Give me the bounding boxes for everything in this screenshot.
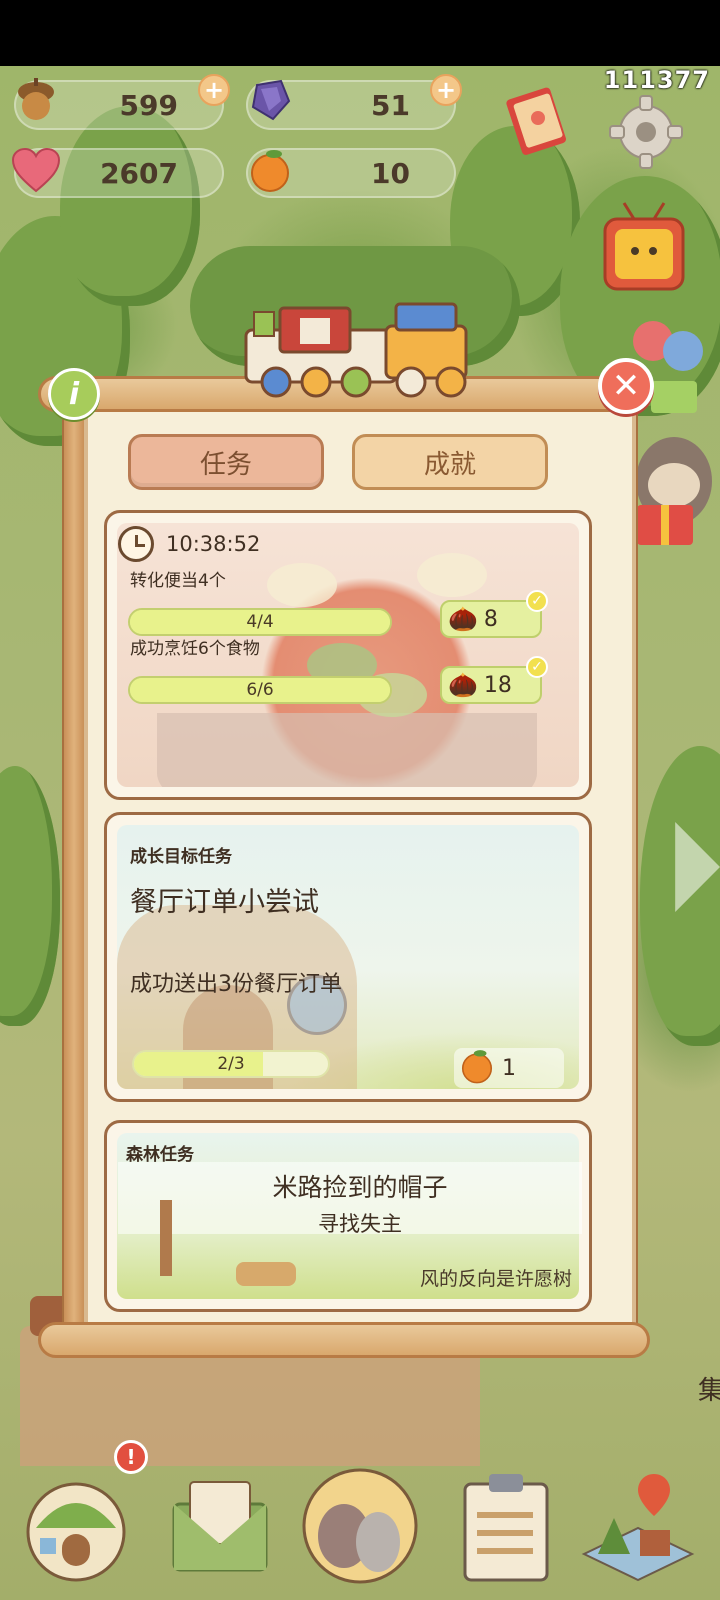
daily-timer: 10:38:52 xyxy=(118,526,261,562)
growth-description: 成功送出3份餐厅订单 xyxy=(130,972,342,997)
growth-title: 餐厅订单小尝试 xyxy=(130,887,319,918)
reward-value: 8 xyxy=(483,606,498,632)
map-button[interactable] xyxy=(578,1466,698,1586)
checkmark-icon: ✓ xyxy=(526,656,548,678)
heart-icon xyxy=(10,144,62,196)
tab-tasks[interactable]: 任务 xyxy=(128,434,324,490)
acorn-icon xyxy=(10,74,62,126)
growth-reward: 1 xyxy=(454,1048,564,1088)
task-clipboard-button[interactable] xyxy=(446,1466,566,1586)
tab-achievements-label: 成就 xyxy=(423,449,476,480)
sloth-gift-button[interactable] xyxy=(628,430,720,550)
stump-decoration xyxy=(236,1262,296,1286)
progress-text: 6/6 xyxy=(246,680,274,700)
orange-icon xyxy=(244,144,296,196)
status-bar xyxy=(0,0,720,66)
forest-title: 米路捡到的帽子 xyxy=(272,1173,448,1202)
growth-progress-bar: 2/3 xyxy=(132,1050,330,1078)
close-button[interactable]: ✕ xyxy=(598,358,654,414)
tv-ad-button[interactable] xyxy=(598,196,690,296)
toy-train-decoration xyxy=(236,290,486,406)
acorn-icon: 🌰 xyxy=(448,605,478,633)
acorn-count: 599 xyxy=(119,88,178,122)
reward-value: 18 xyxy=(483,672,512,698)
add-gems-button[interactable]: + xyxy=(430,74,462,106)
clock-icon xyxy=(118,526,154,562)
timer-text: 10:38:52 xyxy=(166,532,261,556)
settings-button[interactable] xyxy=(604,92,688,176)
orange-count: 10 xyxy=(371,156,410,190)
home-button[interactable] xyxy=(16,1466,136,1586)
mail-button[interactable] xyxy=(160,1466,280,1586)
purple-gem-icon xyxy=(244,74,296,126)
character-button[interactable] xyxy=(300,1466,420,1586)
task-progress-bar: 6/6 xyxy=(128,676,392,704)
task-label: 转化便当4个 xyxy=(130,571,226,591)
gem-count: 51 xyxy=(371,88,410,122)
progress-text: 2/3 xyxy=(217,1054,245,1074)
scroll-bottom-bar xyxy=(38,1322,650,1358)
task-progress-bar: 4/4 xyxy=(128,608,392,636)
forest-subtitle: 寻找失主 xyxy=(318,1212,402,1236)
close-icon: ✕ xyxy=(611,366,641,406)
checkmark-icon: ✓ xyxy=(526,590,548,612)
info-button[interactable]: i xyxy=(48,368,100,420)
orange-icon xyxy=(458,1047,496,1089)
progress-text: 4/4 xyxy=(246,612,274,632)
storybook-button[interactable] xyxy=(500,80,580,160)
add-acorns-button[interactable]: + xyxy=(198,74,230,106)
home-alert-badge: ! xyxy=(114,1440,148,1474)
gear-icon xyxy=(606,92,686,176)
tab-tasks-label: 任务 xyxy=(199,449,252,480)
acorn-icon: 🌰 xyxy=(448,671,478,699)
tab-achievements[interactable]: 成就 xyxy=(352,434,548,490)
forest-hint: 风的反向是许愿树 xyxy=(419,1268,572,1290)
build-number: 111377 xyxy=(603,66,710,94)
edge-text: 集 xyxy=(698,1376,720,1406)
growth-header: 成长目标任务 xyxy=(130,847,232,867)
heart-count: 2607 xyxy=(100,156,178,190)
info-icon: i xyxy=(68,376,80,412)
task-label: 成功烹饪6个食物 xyxy=(130,639,260,659)
reward-value: 1 xyxy=(502,1055,516,1081)
